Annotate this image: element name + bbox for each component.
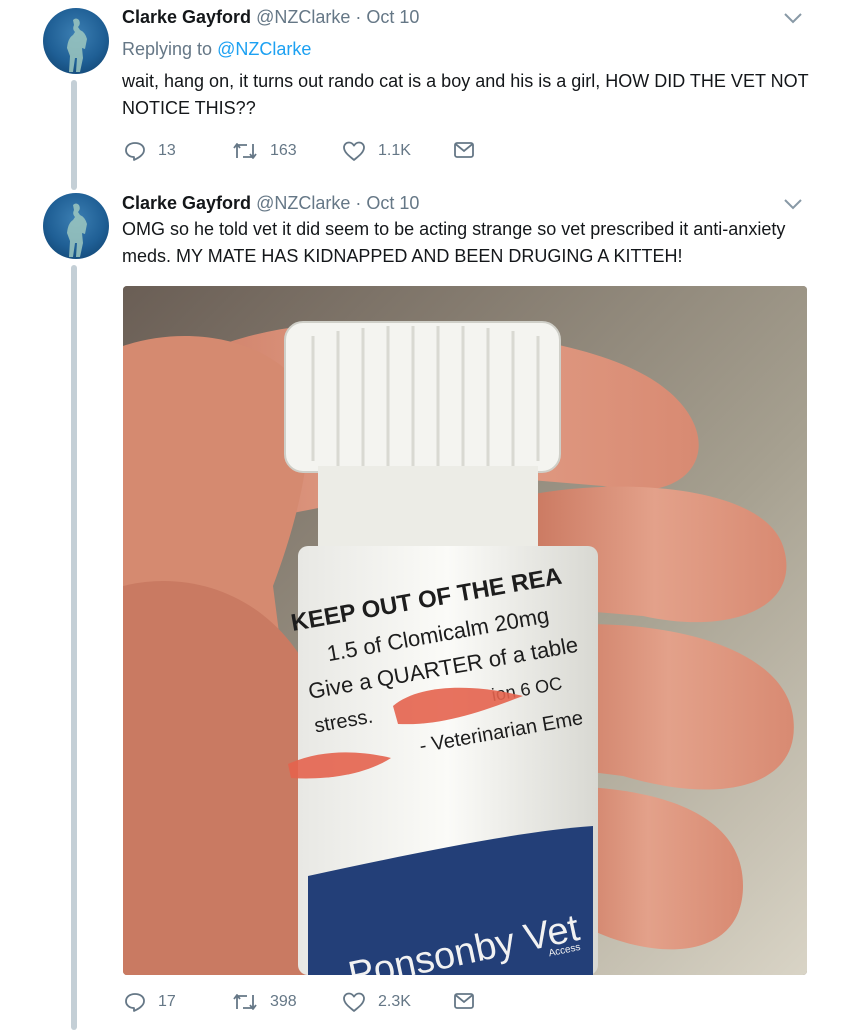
author-name[interactable]: Clarke Gayford <box>122 7 251 27</box>
retweet-icon <box>233 994 257 1010</box>
like-count: 1.1K <box>378 142 411 159</box>
like-icon <box>343 141 365 161</box>
dm-button[interactable] <box>453 140 475 160</box>
dm-icon <box>454 993 474 1009</box>
reply-count: 17 <box>158 993 176 1010</box>
separator-dot: · <box>355 193 362 213</box>
replying-to-label: Replying to <box>122 39 213 59</box>
tweet-text: wait, hang on, it turns out rando cat is… <box>122 71 809 118</box>
replying-to-handle[interactable]: @NZClarke <box>217 39 311 59</box>
reply-icon <box>125 993 145 1012</box>
retweet-count: 398 <box>270 993 297 1010</box>
tweet-photo[interactable]: KEEP OUT OF THE REA 1.5 of Clomicalm 20m… <box>123 286 807 975</box>
like-button[interactable]: 2.3K <box>342 991 411 1013</box>
author-handle[interactable]: @NZClarke <box>256 7 350 27</box>
tweet-date[interactable]: Oct 10 <box>366 193 419 213</box>
tweet-header: Clarke Gayford @NZClarke · Oct 10 <box>122 193 419 214</box>
author-name[interactable]: Clarke Gayford <box>122 193 251 213</box>
dm-button[interactable] <box>453 991 475 1011</box>
avatar[interactable] <box>43 8 109 74</box>
like-button[interactable]: 1.1K <box>342 140 411 162</box>
retweet-button[interactable]: 398 <box>232 991 297 1013</box>
retweet-icon <box>233 143 257 159</box>
avatar-statue-icon <box>67 203 87 257</box>
tweet-header: Clarke Gayford @NZClarke · Oct 10 <box>122 7 419 28</box>
reply-button[interactable]: 13 <box>124 140 176 162</box>
dm-icon <box>454 142 474 158</box>
chevron-down-icon[interactable] <box>783 197 803 211</box>
reply-button[interactable]: 17 <box>124 991 176 1013</box>
retweet-count: 163 <box>270 142 297 159</box>
tweet-1[interactable]: Clarke Gayford @NZClarke · Oct 10 Replyi… <box>0 0 850 185</box>
retweet-button[interactable]: 163 <box>232 140 297 162</box>
avatar[interactable] <box>43 193 109 259</box>
chevron-down-icon[interactable] <box>783 11 803 25</box>
tweet-2[interactable]: Clarke Gayford @NZClarke · Oct 10 OMG so… <box>0 185 850 1030</box>
reply-icon <box>125 142 145 161</box>
tweet-date[interactable]: Oct 10 <box>366 7 419 27</box>
like-icon <box>343 992 365 1012</box>
author-handle[interactable]: @NZClarke <box>256 193 350 213</box>
reply-count: 13 <box>158 142 176 159</box>
photo-pill-bottle: KEEP OUT OF THE REA 1.5 of Clomicalm 20m… <box>123 286 807 975</box>
tweet-text: OMG so he told vet it did seem to be act… <box>122 219 786 266</box>
replying-to: Replying to @NZClarke <box>122 39 311 60</box>
like-count: 2.3K <box>378 993 411 1010</box>
avatar-statue-icon <box>67 18 87 72</box>
separator-dot: · <box>355 7 362 27</box>
